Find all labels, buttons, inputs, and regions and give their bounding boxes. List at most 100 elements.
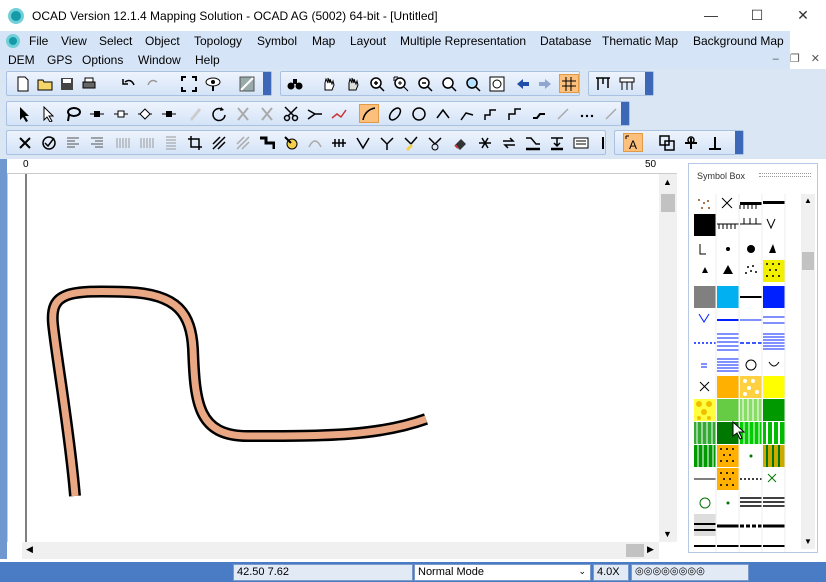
background-map-icon[interactable] <box>237 74 257 93</box>
horizontal-scroll-thumb[interactable] <box>626 544 644 557</box>
menu-view[interactable]: View <box>61 34 87 48</box>
menu-select[interactable]: Select <box>99 34 132 48</box>
menu-multiple-representation[interactable]: Multiple Representation <box>400 34 526 48</box>
pencil-icon[interactable] <box>185 104 205 123</box>
menu-database[interactable]: Database <box>540 34 591 48</box>
menu-file[interactable]: File <box>29 34 48 48</box>
menu-topology[interactable]: Topology <box>194 34 242 48</box>
mode-dropdown[interactable]: Normal Mode ⌄ <box>414 564 591 581</box>
scroll-right-icon[interactable]: ▶ <box>647 544 654 555</box>
align-right-icon[interactable] <box>87 133 107 152</box>
maximize-icon[interactable]: ☐ <box>734 0 780 31</box>
overlap-squares-icon[interactable] <box>657 133 677 152</box>
open-file-icon[interactable] <box>35 74 55 93</box>
zoom-page-icon[interactable] <box>487 74 507 93</box>
vertical-scrollbar[interactable]: ▲ ▼ <box>659 174 677 542</box>
smooth-icon[interactable] <box>305 133 325 152</box>
scroll-left-icon[interactable]: ◀ <box>26 544 33 555</box>
vertical-lines-icon[interactable] <box>113 133 133 152</box>
step-line-icon[interactable] <box>505 104 525 123</box>
down-step-icon[interactable] <box>523 133 543 152</box>
mdi-minimize-icon[interactable]: – <box>773 53 779 65</box>
menu-dem[interactable]: DEM <box>8 53 35 67</box>
add-dash-point-icon[interactable] <box>135 104 155 123</box>
pin-circle-icon[interactable] <box>281 133 301 152</box>
new-file-icon[interactable] <box>13 74 33 93</box>
panel-grip[interactable] <box>759 173 811 177</box>
add-corner-icon[interactable] <box>111 104 131 123</box>
edit-point-arrow-icon[interactable] <box>39 104 59 123</box>
menu-layout[interactable]: Layout <box>350 34 386 48</box>
columns-icon[interactable] <box>617 74 637 93</box>
document-icon[interactable] <box>6 34 20 48</box>
hand-move-icon[interactable] <box>343 74 363 93</box>
export-down-icon[interactable] <box>547 133 567 152</box>
menu-window[interactable]: Window <box>138 53 181 67</box>
toolbar-grip[interactable] <box>645 72 653 95</box>
vertical-lines2-icon[interactable] <box>137 133 157 152</box>
redo-icon[interactable] <box>143 74 163 93</box>
remove-vertex-icon[interactable] <box>159 104 179 123</box>
chevron-down-icon[interactable]: ⌄ <box>578 566 586 577</box>
grid-icon[interactable] <box>559 74 579 93</box>
horizontal-scrollbar[interactable]: ◀ ▶ <box>22 542 659 559</box>
pen-yellow-icon[interactable] <box>401 133 421 152</box>
print-icon[interactable] <box>79 74 99 93</box>
view-mode-eye-icon[interactable]: ◎◎◎◎◎◎◎◎ <box>635 566 705 577</box>
menu-map[interactable]: Map <box>312 34 335 48</box>
stripes-icon[interactable] <box>233 133 253 152</box>
lasso-icon[interactable] <box>63 104 83 123</box>
check-circle-icon[interactable] <box>39 133 59 152</box>
horizontal-lines-icon[interactable] <box>161 133 181 152</box>
zoom-selection-icon[interactable] <box>463 74 483 93</box>
dots-icon[interactable] <box>577 104 597 123</box>
pipe-icon[interactable] <box>593 133 613 152</box>
circle-icon[interactable] <box>409 104 429 123</box>
mdi-restore-icon[interactable]: ❐ <box>790 53 800 65</box>
hatch-icon[interactable] <box>209 133 229 152</box>
stretch-icon[interactable] <box>329 104 349 123</box>
zoom-in-icon[interactable] <box>367 74 387 93</box>
toolbar-grip[interactable] <box>621 102 629 125</box>
forward-arrow-icon[interactable] <box>535 74 555 93</box>
back-arrow-icon[interactable] <box>513 74 533 93</box>
symbol-scroll-thumb[interactable] <box>802 252 814 270</box>
menu-background-map[interactable]: Background Map <box>693 34 784 48</box>
view-modes-strip[interactable]: ◎◎◎◎◎◎◎◎ <box>631 564 749 581</box>
rectangle-line-icon[interactable] <box>481 104 501 123</box>
join-icon[interactable] <box>353 133 373 152</box>
zoom-previous-icon[interactable] <box>439 74 459 93</box>
mdi-close-icon[interactable]: ✕ <box>811 53 820 65</box>
line-object-fill[interactable] <box>49 287 428 497</box>
perpendicular-icon[interactable] <box>705 133 725 152</box>
menu-object[interactable]: Object <box>145 34 180 48</box>
merge-icon[interactable] <box>425 133 445 152</box>
gray-pen-icon[interactable] <box>601 104 621 123</box>
zoom-area-icon[interactable] <box>391 74 411 93</box>
scroll-up-icon[interactable]: ▲ <box>663 177 672 187</box>
scroll-down-icon[interactable]: ▼ <box>663 529 672 539</box>
zoom-extent-icon[interactable] <box>179 74 199 93</box>
menu-gps[interactable]: GPS <box>47 53 72 67</box>
pan-hand-icon[interactable] <box>319 74 339 93</box>
crop-icon[interactable] <box>185 133 205 152</box>
fork-icon[interactable] <box>377 133 397 152</box>
cut-gray-icon[interactable] <box>233 104 253 123</box>
text-anchor-icon[interactable]: A <box>623 133 643 152</box>
line-object-outline[interactable] <box>46 285 429 497</box>
split-icon[interactable] <box>475 133 495 152</box>
menu-help[interactable]: Help <box>195 53 220 67</box>
fence-icon[interactable] <box>329 133 349 152</box>
symbol-scroll-down-icon[interactable]: ▼ <box>804 537 812 546</box>
step-down-icon[interactable] <box>257 133 277 152</box>
close-icon[interactable]: ✕ <box>780 0 826 31</box>
align-left-icon[interactable] <box>63 133 83 152</box>
preview-eye-icon[interactable] <box>203 74 223 93</box>
eraser-icon[interactable] <box>451 133 471 152</box>
undo-icon[interactable] <box>119 74 139 93</box>
table-icon[interactable] <box>593 74 613 93</box>
frame-icon[interactable] <box>571 133 591 152</box>
toolbar-grip[interactable] <box>263 72 271 95</box>
menu-thematic-map[interactable]: Thematic Map <box>602 34 678 48</box>
map-canvas[interactable] <box>7 174 659 542</box>
